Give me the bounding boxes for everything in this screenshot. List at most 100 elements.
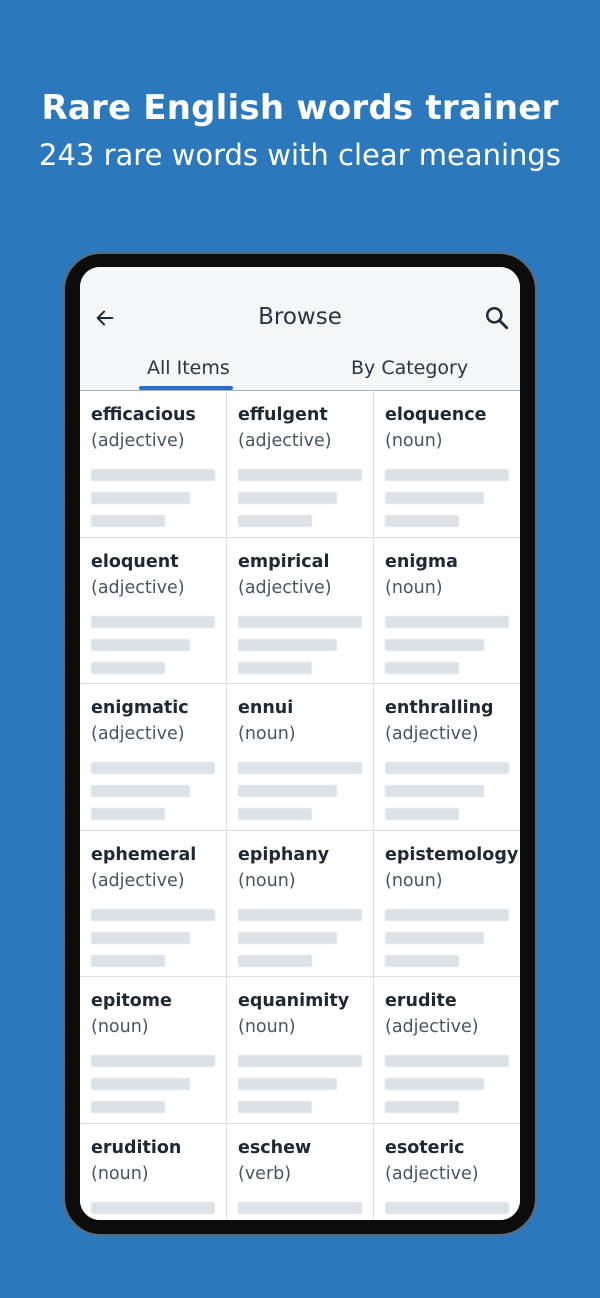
definition-placeholder (238, 492, 337, 504)
word-part-of-speech: (adjective) (385, 1017, 479, 1037)
word-part-of-speech: (noun) (238, 870, 296, 891)
word-title: enigma (385, 551, 458, 572)
word-card[interactable]: epitome (noun) (80, 977, 226, 1123)
definition-placeholder (385, 954, 459, 967)
word-part-of-speech: (noun) (91, 1163, 149, 1184)
definition-placeholder (238, 1101, 312, 1113)
tab-indicator (139, 386, 233, 390)
word-title: epitome (91, 991, 172, 1011)
definition-placeholder (385, 931, 484, 944)
word-part-of-speech: (noun) (91, 1017, 149, 1037)
definition-placeholder (238, 762, 362, 774)
word-title: effulgent (238, 405, 328, 425)
definition-placeholder (385, 808, 459, 820)
word-card[interactable]: equanimity (noun) (227, 977, 373, 1123)
definition-placeholder (91, 515, 165, 527)
definition-placeholder (385, 515, 459, 527)
definition-placeholder (385, 615, 509, 628)
definition-placeholder (238, 1055, 362, 1067)
word-title: enthralling (385, 698, 494, 718)
definition-placeholder (385, 469, 509, 481)
definition-placeholder (238, 808, 312, 820)
definition-placeholder (91, 762, 215, 774)
word-card[interactable]: epistemology (noun) (374, 830, 520, 976)
definition-placeholder (91, 615, 215, 628)
word-title: eschew (238, 1137, 312, 1158)
word-card[interactable]: eloquence (noun) (374, 391, 520, 537)
tab-all-items[interactable]: All Items (147, 357, 230, 379)
definition-placeholder (385, 638, 484, 651)
word-card[interactable]: erudition (noun) (80, 1123, 226, 1220)
word-part-of-speech: (adjective) (238, 431, 332, 451)
definition-placeholder (91, 785, 190, 797)
definition-placeholder (238, 1078, 337, 1090)
word-part-of-speech: (adjective) (91, 724, 185, 744)
word-part-of-speech: (noun) (385, 431, 443, 451)
word-title: efficacious (91, 405, 196, 425)
definition-placeholder (385, 1078, 484, 1090)
definition-placeholder (385, 785, 484, 797)
definition-placeholder (91, 931, 190, 944)
word-part-of-speech: (adjective) (385, 724, 479, 744)
word-part-of-speech: (adjective) (91, 431, 185, 451)
word-grid: efficacious (adjective) effulgent (adjectiv… (80, 391, 520, 1220)
word-title: eloquent (91, 551, 179, 572)
definition-placeholder (238, 1201, 362, 1214)
word-card[interactable]: eloquent (adjective) (80, 537, 226, 683)
word-title: equanimity (238, 991, 350, 1011)
word-card[interactable]: esoteric (adjective) (374, 1123, 520, 1220)
word-card[interactable]: erudite (adjective) (374, 977, 520, 1123)
definition-placeholder (91, 908, 215, 921)
definition-placeholder (91, 638, 190, 651)
word-card[interactable]: eschew (verb) (227, 1123, 373, 1220)
definition-placeholder (385, 661, 459, 674)
word-card[interactable]: ennui (noun) (227, 684, 373, 830)
definition-placeholder (238, 954, 312, 967)
definition-placeholder (238, 515, 312, 527)
word-title: empirical (238, 551, 330, 572)
search-icon[interactable] (484, 305, 510, 331)
definition-placeholder (91, 808, 165, 820)
tab-by-category[interactable]: By Category (351, 357, 468, 379)
definition-placeholder (238, 469, 362, 481)
word-title: epiphany (238, 844, 330, 865)
definition-placeholder (385, 762, 509, 774)
definition-placeholder (385, 1101, 459, 1113)
word-card[interactable]: empirical (adjective) (227, 537, 373, 683)
headline-title: Rare English words trainer (41, 88, 559, 128)
word-card[interactable]: epiphany (noun) (227, 830, 373, 976)
definition-placeholder (91, 954, 165, 967)
word-title: ephemeral (91, 844, 197, 865)
app-bar: Browse All Items By Category (80, 267, 520, 391)
word-card[interactable]: enigma (noun) (374, 537, 520, 683)
definition-placeholder (91, 492, 190, 504)
definition-placeholder (385, 1055, 509, 1067)
definition-placeholder (238, 661, 312, 674)
definition-placeholder (385, 908, 509, 921)
word-card[interactable]: efficacious (adjective) (80, 391, 226, 537)
definition-placeholder (238, 785, 337, 797)
headline-subtitle: 243 rare words with clear meanings (39, 138, 561, 172)
word-card[interactable]: enthralling (adjective) (374, 684, 520, 830)
word-card[interactable]: effulgent (adjective) (227, 391, 373, 537)
word-title: erudition (91, 1137, 182, 1158)
word-title: esoteric (385, 1137, 465, 1158)
definition-placeholder (91, 661, 165, 674)
definition-placeholder (385, 492, 484, 504)
word-part-of-speech: (adjective) (238, 577, 332, 598)
definition-placeholder (238, 638, 337, 651)
definition-placeholder (91, 1078, 190, 1090)
word-part-of-speech: (noun) (385, 577, 443, 598)
definition-placeholder (91, 1101, 165, 1113)
definition-placeholder (238, 931, 337, 944)
word-card[interactable]: ephemeral (adjective) (80, 830, 226, 976)
word-part-of-speech: (adjective) (91, 870, 185, 891)
definition-placeholder (91, 469, 215, 481)
word-part-of-speech: (adjective) (91, 577, 185, 598)
word-title: enigmatic (91, 698, 189, 718)
word-card[interactable]: enigmatic (adjective) (80, 684, 226, 830)
word-title: eloquence (385, 405, 487, 425)
definition-placeholder (91, 1055, 215, 1067)
word-part-of-speech: (noun) (238, 1017, 296, 1037)
definition-placeholder (238, 615, 362, 628)
